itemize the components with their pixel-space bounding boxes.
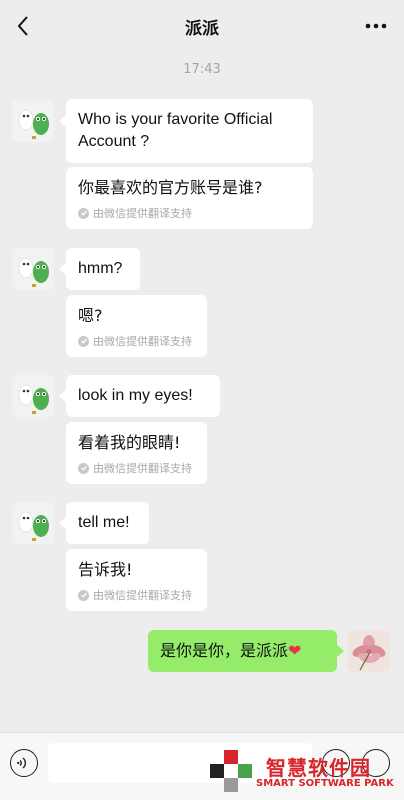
bubble-tail xyxy=(59,115,66,127)
check-icon xyxy=(78,462,89,474)
message-text: tell me! xyxy=(78,514,130,531)
translation-box[interactable]: 你最喜欢的官方账号是谁? 由微信提供翻译支持 xyxy=(66,167,313,229)
watermark-en: SMART SOFTWARE PARK xyxy=(256,778,394,789)
timestamp: 17:43 xyxy=(183,62,221,77)
avatar[interactable] xyxy=(12,502,54,544)
avatar-icon xyxy=(12,502,54,544)
message-text-line1: Who is your favorite Official xyxy=(78,111,273,128)
translation-note-text: 由微信提供翻译支持 xyxy=(93,335,192,348)
translation-box[interactable]: 嗯? 由微信提供翻译支持 xyxy=(66,295,207,357)
avatar[interactable] xyxy=(12,375,54,417)
my-message-text: 是你是你，是派派 xyxy=(160,641,289,660)
translation-note: 由微信提供翻译支持 xyxy=(78,333,195,349)
translation-note-text: 由微信提供翻译支持 xyxy=(93,589,192,602)
voice-icon xyxy=(17,757,27,769)
bubble-tail xyxy=(337,645,344,657)
message-bubble[interactable]: look in my eyes! xyxy=(66,375,220,417)
message-text: hmm? xyxy=(78,260,123,277)
bubble-tail xyxy=(59,390,66,402)
watermark-cn: 智慧软件园 xyxy=(266,756,371,780)
translation-note: 由微信提供翻译支持 xyxy=(78,460,195,476)
translation-note: 由微信提供翻译支持 xyxy=(78,587,195,603)
translation-text: 你最喜欢的官方账号是谁? xyxy=(78,178,263,197)
message-bubble[interactable]: Who is your favorite Official Account ? xyxy=(66,99,313,163)
check-icon xyxy=(78,589,89,601)
watermark-logo-icon xyxy=(210,750,252,792)
avatar-icon xyxy=(12,375,54,417)
translation-text: 嗯? xyxy=(78,306,103,325)
avatar[interactable] xyxy=(12,100,54,142)
translation-text: 看着我的眼睛! xyxy=(78,433,181,452)
translation-note-text: 由微信提供翻译支持 xyxy=(93,462,192,475)
translation-text: 告诉我! xyxy=(78,560,133,579)
more-button[interactable] xyxy=(362,12,390,40)
bubble-tail xyxy=(59,517,66,529)
bubble-tail xyxy=(59,263,66,275)
my-message-bubble[interactable]: 是你是你，是派派❤ xyxy=(148,630,337,672)
flower-avatar-icon xyxy=(348,630,390,672)
translation-note: 由微信提供翻译支持 xyxy=(78,205,301,221)
translation-box[interactable]: 告诉我! 由微信提供翻译支持 xyxy=(66,549,207,611)
page-title: 派派 xyxy=(185,19,219,39)
message-text-line2: Account ? xyxy=(78,133,150,150)
watermark: 智慧软件园 SMART SOFTWARE PARK xyxy=(210,748,400,796)
message-text: look in my eyes! xyxy=(78,387,193,404)
heart-emoji: ❤ xyxy=(288,641,302,660)
translation-note-text: 由微信提供翻译支持 xyxy=(93,207,192,220)
check-icon xyxy=(78,335,89,347)
avatar[interactable] xyxy=(12,248,54,290)
more-dots-icon xyxy=(365,23,387,29)
avatar-icon xyxy=(12,248,54,290)
translation-box[interactable]: 看着我的眼睛! 由微信提供翻译支持 xyxy=(66,422,207,484)
message-bubble[interactable]: hmm? xyxy=(66,248,140,290)
my-avatar[interactable] xyxy=(348,630,390,672)
check-icon xyxy=(78,207,89,219)
chat-header: 派派 xyxy=(0,0,404,52)
message-bubble[interactable]: tell me! xyxy=(66,502,149,544)
avatar-icon xyxy=(12,100,54,142)
voice-button[interactable] xyxy=(10,749,38,777)
